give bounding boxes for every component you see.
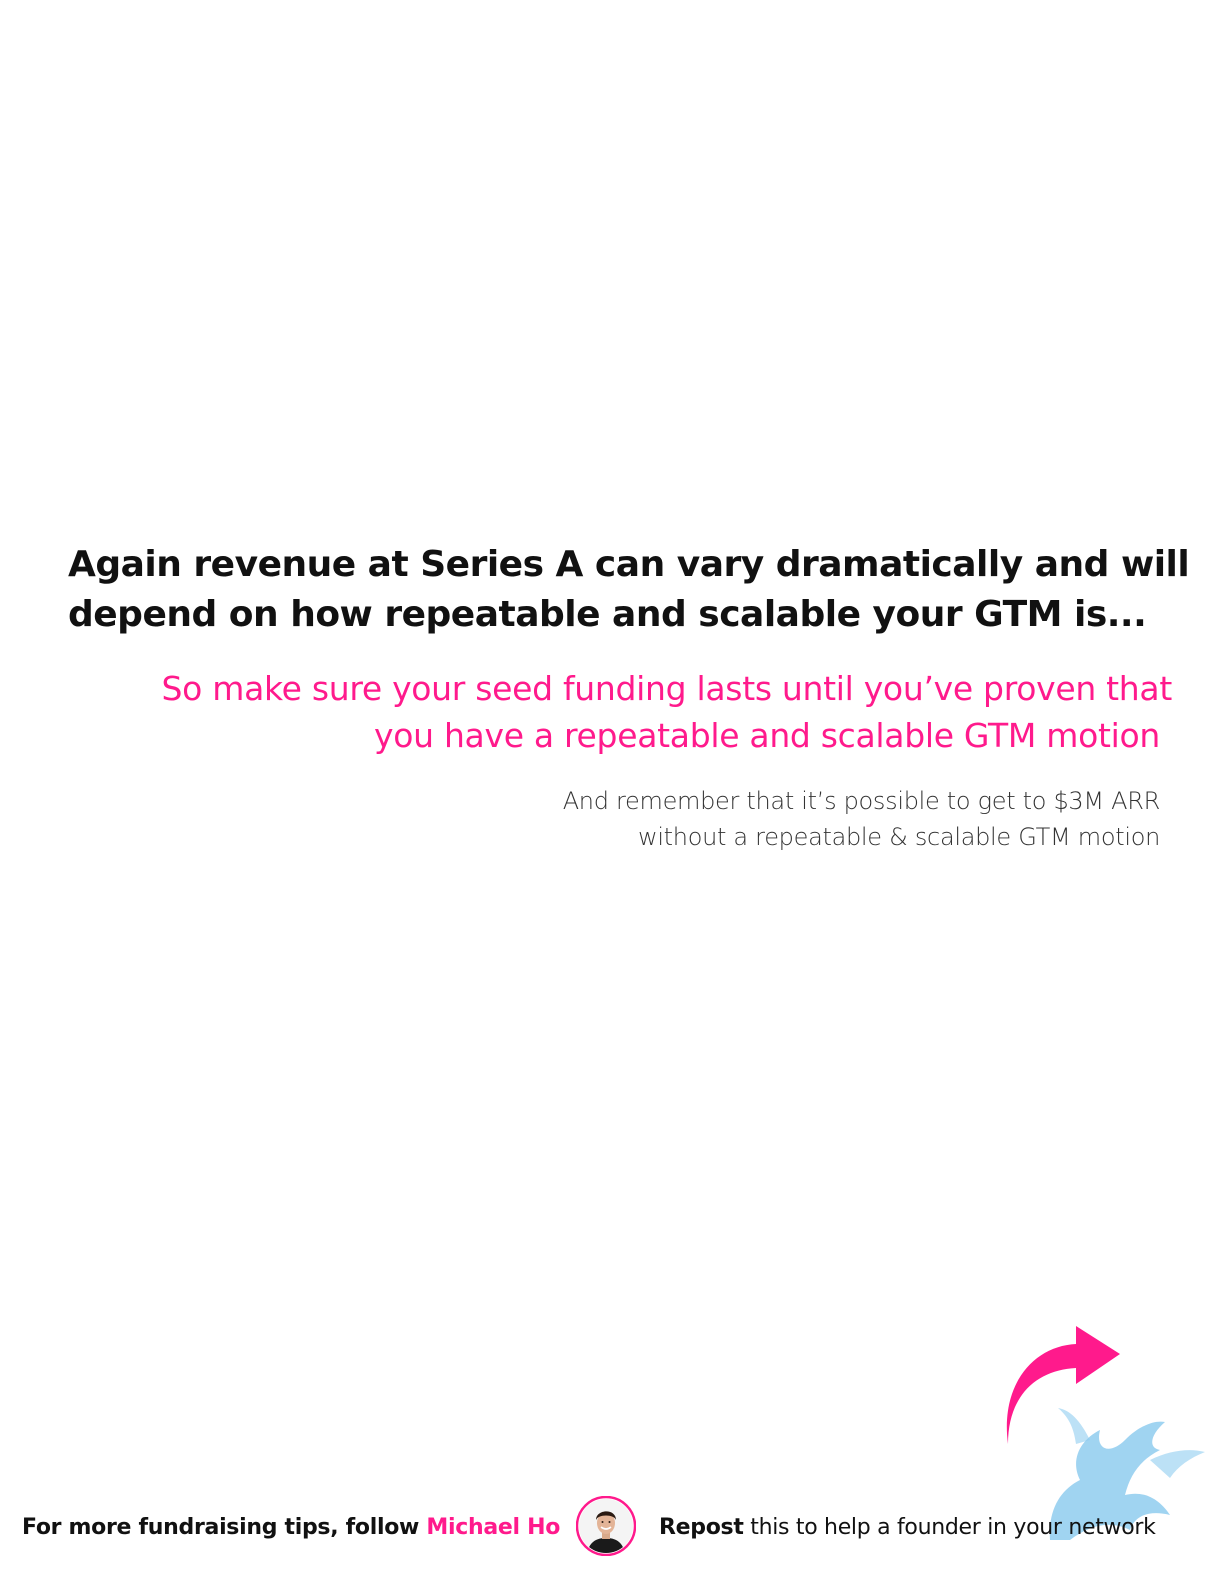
follow-line: For more fundraising tips, follow Michae…	[22, 1514, 560, 1542]
headline-line-2: depend on how repeatable and scalable yo…	[68, 594, 1147, 635]
pink-callout: So make sure your seed funding lasts unt…	[62, 665, 1173, 759]
footer: For more fundraising tips, follow Michae…	[0, 1496, 1224, 1560]
gray-footnote-line-2: without a repeatable & scalable GTM moti…	[637, 823, 1160, 851]
gray-footnote: And remember that it’s possible to get t…	[360, 783, 1161, 855]
pink-callout-line-2: you have a repeatable and scalable GTM m…	[374, 716, 1160, 755]
repost-bold-label: Repost	[659, 1515, 744, 1540]
author-avatar[interactable]	[576, 1496, 636, 1556]
repost-line: Repost this to help a founder in your ne…	[659, 1514, 1156, 1542]
gray-footnote-line-1: And remember that it’s possible to get t…	[562, 787, 1161, 815]
follow-prefix: For more fundraising tips, follow	[22, 1515, 427, 1540]
repost-rest: this to help a founder in your network	[743, 1515, 1156, 1540]
author-name-link[interactable]: Michael Ho	[426, 1515, 560, 1540]
headline: Again revenue at Series A can vary drama…	[68, 540, 1190, 640]
headline-line-1: Again revenue at Series A can vary drama…	[68, 544, 1190, 585]
pink-callout-line-1: So make sure your seed funding lasts unt…	[161, 669, 1173, 708]
